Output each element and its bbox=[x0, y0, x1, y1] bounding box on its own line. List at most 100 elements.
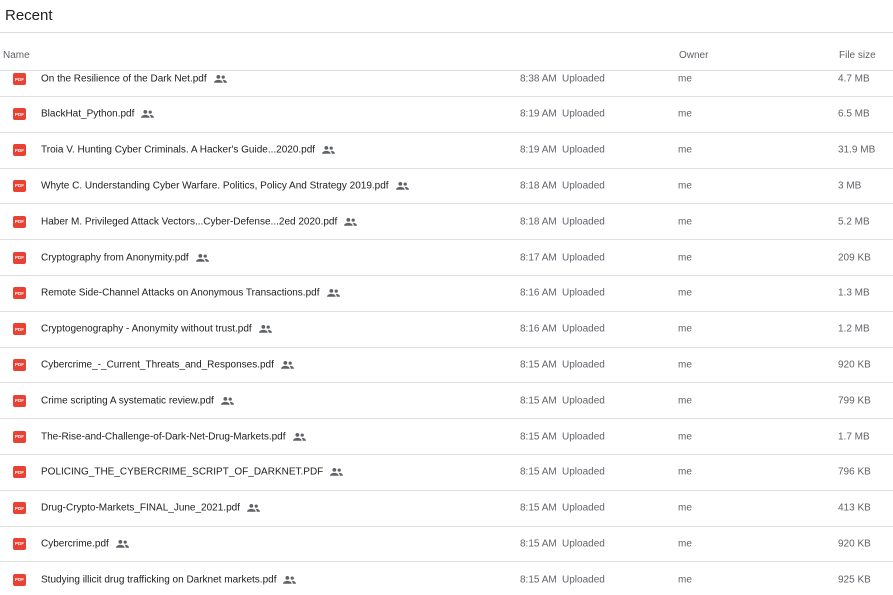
file-row[interactable]: PDF Troia V. Hunting Cyber Criminals. A H… bbox=[0, 133, 893, 169]
file-name: Crime scripting A systematic review.pdf bbox=[41, 395, 214, 407]
activity-action: Uploaded bbox=[562, 108, 605, 120]
pdf-icon: PDF bbox=[13, 179, 26, 192]
file-name: Haber M. Privileged Attack Vectors...Cyb… bbox=[41, 216, 338, 228]
pdf-icon: PDF bbox=[13, 287, 26, 300]
pdf-icon: PDF bbox=[13, 215, 26, 228]
pdf-icon: PDF bbox=[13, 251, 26, 264]
file-row[interactable]: PDF Whyte C. Understanding Cyber Warfare.… bbox=[0, 169, 893, 205]
activity-action: Uploaded bbox=[562, 73, 605, 85]
activity-time: 8:15 AM bbox=[520, 466, 557, 478]
file-row[interactable]: PDF Cryptography from Anonymity.pdf 8:17 A… bbox=[0, 240, 893, 276]
title-bar: Recent bbox=[0, 0, 893, 33]
activity-action: Uploaded bbox=[562, 180, 605, 192]
file-owner: me bbox=[678, 538, 692, 550]
file-row[interactable]: PDF Cybercrime_-_Current_Threats_and_Resp… bbox=[0, 348, 893, 384]
activity-time: 8:15 AM bbox=[520, 359, 557, 371]
file-size: 925 KB bbox=[838, 574, 871, 586]
shared-people-icon bbox=[141, 110, 155, 119]
file-size: 6.5 MB bbox=[838, 108, 870, 120]
pdf-icon: PDF bbox=[13, 430, 26, 443]
activity-action: Uploaded bbox=[562, 431, 605, 443]
activity-time: 8:18 AM bbox=[520, 216, 557, 228]
file-owner: me bbox=[678, 466, 692, 478]
shared-people-icon bbox=[115, 539, 129, 548]
file-owner: me bbox=[678, 252, 692, 264]
activity-time: 8:38 AM bbox=[520, 73, 557, 85]
shared-people-icon bbox=[395, 181, 409, 190]
activity-time: 8:15 AM bbox=[520, 431, 557, 443]
file-row[interactable]: PDF POLICING_THE_CYBERCRIME_SCRIPT_OF_DAR… bbox=[0, 455, 893, 491]
pdf-icon: PDF bbox=[13, 108, 26, 121]
file-owner: me bbox=[678, 216, 692, 228]
file-row[interactable]: PDF Remote Side-Channel Attacks on Anonym… bbox=[0, 276, 893, 312]
file-size: 209 KB bbox=[838, 252, 871, 264]
file-row[interactable]: PDF Cybercrime.pdf 8:15 AM Uploaded me 920 KB bbox=[0, 527, 893, 563]
file-size: 4.7 MB bbox=[838, 73, 870, 85]
file-name-cell: BlackHat_Python.pdf bbox=[41, 108, 155, 120]
file-size: 3 MB bbox=[838, 180, 862, 192]
activity-time: 8:19 AM bbox=[520, 144, 557, 156]
file-row[interactable]: PDF Cryptogenography - Anonymity without … bbox=[0, 312, 893, 348]
activity-action: Uploaded bbox=[562, 466, 605, 478]
file-owner: me bbox=[678, 395, 692, 407]
activity-time: 8:15 AM bbox=[520, 395, 557, 407]
activity-action: Uploaded bbox=[562, 574, 605, 586]
activity-action: Uploaded bbox=[562, 216, 605, 228]
file-row[interactable]: PDF Crime scripting A systematic review.p… bbox=[0, 383, 893, 420]
file-name: Cryptogenography - Anonymity without tru… bbox=[41, 323, 252, 335]
file-name-cell: The-Rise-and-Challenge-of-Dark-Net-Drug-… bbox=[41, 431, 306, 442]
file-name-cell: Whyte C. Understanding Cyber Warfare. Po… bbox=[41, 180, 409, 191]
pdf-icon: PDF bbox=[13, 73, 26, 85]
shared-people-icon bbox=[258, 325, 272, 333]
file-owner: me bbox=[678, 73, 692, 85]
pdf-icon: PDF bbox=[13, 466, 26, 479]
file-name: The-Rise-and-Challenge-of-Dark-Net-Drug-… bbox=[41, 431, 286, 443]
file-name: BlackHat_Python.pdf bbox=[41, 108, 135, 120]
pdf-icon: PDF bbox=[13, 394, 26, 407]
pdf-icon: PDF bbox=[13, 144, 26, 157]
file-row[interactable]: PDF BlackHat_Python.pdf 8:19 AM Uploaded me 6… bbox=[0, 97, 893, 133]
pdf-icon: PDF bbox=[13, 323, 26, 336]
shared-people-icon bbox=[292, 432, 306, 441]
file-row[interactable]: PDF The-Rise-and-Challenge-of-Dark-Net-Dr… bbox=[0, 419, 893, 455]
activity-action: Uploaded bbox=[562, 252, 605, 264]
shared-people-icon bbox=[330, 468, 344, 477]
shared-people-icon bbox=[280, 360, 294, 369]
file-row[interactable]: PDF Drug-Crypto-Markets_FINAL_June_2021.p… bbox=[0, 491, 893, 527]
file-size: 799 KB bbox=[838, 395, 871, 407]
activity-action: Uploaded bbox=[562, 359, 605, 371]
activity-time: 8:17 AM bbox=[520, 252, 557, 264]
file-name-cell: Cybercrime.pdf bbox=[41, 538, 129, 549]
activity-time: 8:15 AM bbox=[520, 574, 557, 586]
file-size: 920 KB bbox=[838, 359, 871, 371]
activity-action: Uploaded bbox=[562, 502, 605, 514]
file-owner: me bbox=[678, 323, 692, 335]
shared-people-icon bbox=[246, 504, 260, 512]
file-size: 5.2 MB bbox=[838, 216, 870, 228]
column-header-file-size[interactable]: File size bbox=[839, 50, 876, 61]
file-size: 920 KB bbox=[838, 538, 871, 550]
file-size: 1.2 MB bbox=[838, 323, 870, 335]
activity-action: Uploaded bbox=[562, 144, 605, 156]
file-name: Cybercrime.pdf bbox=[41, 538, 109, 550]
activity-time: 8:16 AM bbox=[520, 323, 557, 335]
file-name-cell: Drug-Crypto-Markets_FINAL_June_2021.pdf bbox=[41, 503, 260, 514]
page-title: Recent bbox=[5, 7, 53, 24]
file-name: Cybercrime_-_Current_Threats_and_Respons… bbox=[41, 359, 274, 371]
file-name: Remote Side-Channel Attacks on Anonymous… bbox=[41, 287, 320, 299]
file-row[interactable]: PDF On the Resilience of the Dark Net.pdf… bbox=[0, 62, 893, 97]
column-header-owner: Owner bbox=[679, 50, 709, 61]
shared-people-icon bbox=[283, 575, 297, 584]
file-size: 796 KB bbox=[838, 466, 871, 478]
file-row[interactable]: PDF Haber M. Privileged Attack Vectors...… bbox=[0, 204, 893, 241]
file-owner: me bbox=[678, 144, 692, 156]
column-header-name[interactable]: Name bbox=[3, 50, 30, 61]
file-name-cell: Cybercrime_-_Current_Threats_and_Respons… bbox=[41, 359, 294, 370]
shared-people-icon bbox=[195, 253, 209, 262]
file-name: Studying illicit drug trafficking on Dar… bbox=[41, 574, 277, 586]
file-name: Drug-Crypto-Markets_FINAL_June_2021.pdf bbox=[41, 502, 240, 514]
file-row[interactable]: PDF Studying illicit drug trafficking on … bbox=[0, 562, 893, 595]
shared-people-icon bbox=[344, 217, 358, 226]
file-name-cell: POLICING_THE_CYBERCRIME_SCRIPT_OF_DARKNE… bbox=[41, 467, 344, 478]
file-name-cell: Haber M. Privileged Attack Vectors...Cyb… bbox=[41, 216, 358, 228]
